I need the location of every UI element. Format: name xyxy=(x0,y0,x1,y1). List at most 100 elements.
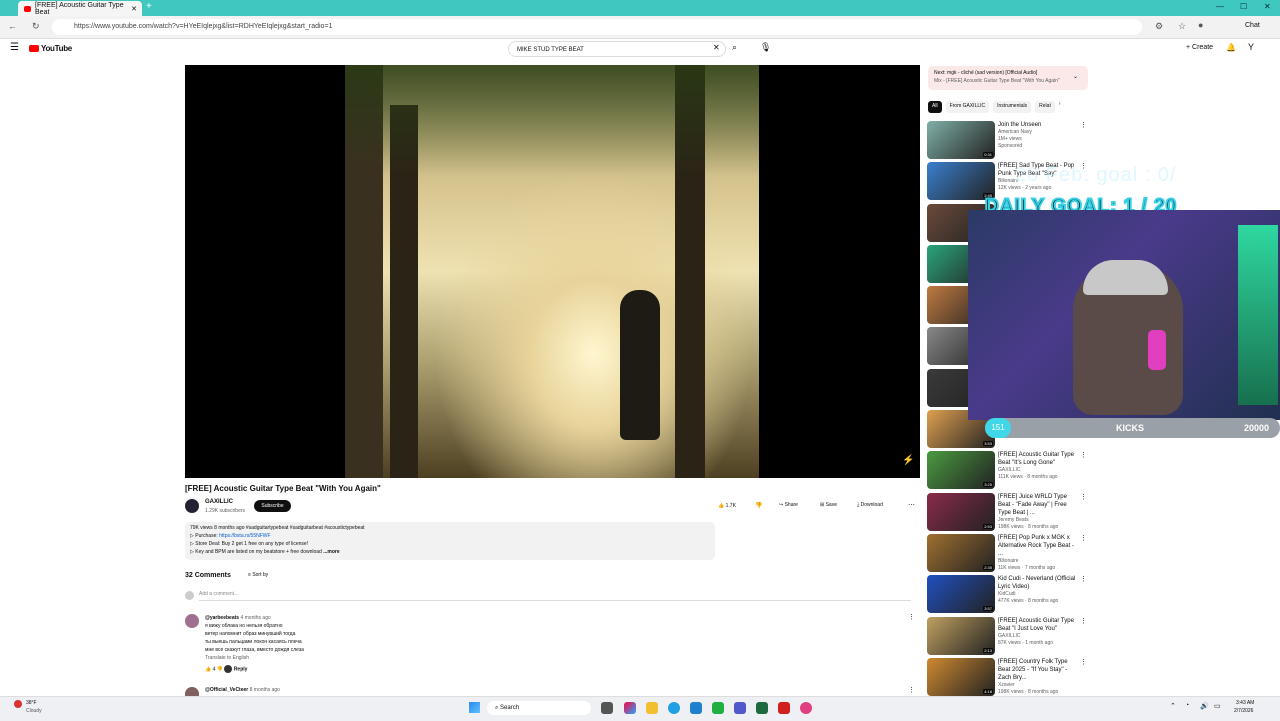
video-thumbnail[interactable]: 3:57 xyxy=(927,575,995,614)
chip-related[interactable]: Relat xyxy=(1035,101,1055,113)
weather-desc[interactable]: Cloudy xyxy=(26,708,42,714)
more-actions-icon[interactable]: ⋯ xyxy=(908,501,915,509)
search-icon[interactable]: ⌕ xyxy=(732,42,737,53)
tray-chevron-icon[interactable]: ⌃ xyxy=(1170,702,1176,710)
rec-menu-icon[interactable]: ⋮ xyxy=(1080,575,1087,583)
avatar[interactable]: Y xyxy=(1248,42,1254,52)
close-tab-icon[interactable]: ✕ xyxy=(131,5,137,13)
edge-icon[interactable] xyxy=(668,702,680,714)
copilot-chat-button[interactable]: Chat xyxy=(1245,22,1260,29)
file-explorer-icon[interactable] xyxy=(646,702,658,714)
favorites-icon[interactable]: ☆ xyxy=(1178,21,1186,32)
more-link[interactable]: ...more xyxy=(323,549,339,555)
teams-icon[interactable] xyxy=(734,702,746,714)
chip-from-channel[interactable]: From GAXILLIC xyxy=(945,101,990,113)
recommendation-item[interactable]: 2:53 [FREE] Juice WRLD Type Beat - "Fade … xyxy=(927,492,1089,534)
comment-author[interactable]: @yarbeebeats xyxy=(205,615,239,621)
rec-menu-icon[interactable]: ⋮ xyxy=(1080,493,1087,501)
youtube-logo-text[interactable]: YouTube xyxy=(41,44,72,53)
comment-menu-icon[interactable]: ⋮ xyxy=(908,613,915,621)
notifications-icon[interactable]: 🔔 xyxy=(1226,43,1236,52)
video-title: [FREE] Acoustic Guitar Type Beat "With Y… xyxy=(185,484,381,493)
recommendation-item[interactable]: 4:18 [FREE] Country Folk Type Beat 2025 -… xyxy=(927,657,1089,699)
taskbar-search[interactable]: ⌕ Search xyxy=(487,701,591,715)
menu-icon[interactable]: ☰ xyxy=(10,42,19,53)
browser-tab[interactable]: [FREE] Acoustic Guitar Type Beat ✕ xyxy=(18,1,142,16)
comment-avatar[interactable] xyxy=(185,614,199,628)
chip-instrumentals[interactable]: Instrumentals xyxy=(993,101,1032,113)
extensions-icon[interactable]: ⚙ xyxy=(1155,21,1163,32)
chip-all[interactable]: All xyxy=(928,101,942,113)
video-thumbnail[interactable]: 2:13 xyxy=(927,616,995,655)
video-thumbnail[interactable]: 2:53 xyxy=(927,492,995,531)
create-button[interactable]: + Create xyxy=(1186,44,1213,51)
profile-icon[interactable]: ● xyxy=(1198,20,1203,30)
start-button-icon[interactable] xyxy=(469,702,480,713)
rec-menu-icon[interactable]: ⋮ xyxy=(1080,534,1087,542)
channel-name[interactable]: GAXILLIC xyxy=(205,499,233,505)
sort-icon: ≡ xyxy=(248,572,251,578)
video-thumbnail[interactable]: 3:25 xyxy=(927,451,995,490)
search-input[interactable]: MIKE STUD TYPE BEAT xyxy=(508,41,726,57)
url-input[interactable]: https://www.youtube.com/watch?v=HYeEIqle… xyxy=(52,19,1142,35)
weather-temp[interactable]: 38°F xyxy=(26,700,37,706)
dislike-icon[interactable]: 👎 xyxy=(755,502,762,509)
back-icon[interactable]: ← xyxy=(8,21,17,31)
recording-app-icon[interactable] xyxy=(800,702,812,714)
battery-icon[interactable]: ▭ xyxy=(1214,702,1221,710)
video-thumbnail[interactable]: 2:35 xyxy=(927,533,995,572)
like-button[interactable]: 👍 1.7K xyxy=(718,500,748,512)
comment-like-icon[interactable]: 👍 xyxy=(205,666,211,672)
reply-button[interactable]: Reply xyxy=(234,666,248,672)
comment-menu-icon[interactable]: ⋮ xyxy=(908,686,915,694)
channel-avatar[interactable] xyxy=(185,499,199,513)
description-box[interactable]: 79K views 8 months ago #sadguitartypebea… xyxy=(185,522,715,560)
sort-by-button[interactable]: ≡ Sort by xyxy=(248,572,268,578)
store-icon[interactable] xyxy=(690,702,702,714)
comment-author[interactable]: @Official_VeCteer xyxy=(205,687,248,693)
chevron-down-icon[interactable]: ⌄ xyxy=(1073,73,1078,80)
new-tab-icon[interactable]: + xyxy=(146,1,152,12)
terminal-icon[interactable] xyxy=(756,702,768,714)
share-button[interactable]: ↪ Share xyxy=(779,502,798,508)
microphone-icon[interactable]: 🎙 xyxy=(760,42,771,53)
chevron-right-icon[interactable]: › xyxy=(1059,101,1061,113)
up-next-panel[interactable]: Next: mgk - cliché (sad version) [Offici… xyxy=(928,66,1088,90)
recommendation-item[interactable]: 3:25 [FREE] Acoustic Guitar Type Beat "It… xyxy=(927,451,1089,492)
video-thumbnail[interactable]: 2:45 xyxy=(927,162,995,201)
recommendation-item[interactable]: 0:31 Join the Unseen American Navy 1M+ view… xyxy=(927,121,1089,162)
comment-dislike-icon[interactable]: 👎 xyxy=(217,666,223,672)
volume-icon[interactable]: 🔊 xyxy=(1200,702,1209,710)
video-thumbnail[interactable]: 4:18 xyxy=(927,657,995,696)
add-comment-input[interactable]: Add a comment... xyxy=(199,591,911,601)
rec-menu-icon[interactable]: ⋮ xyxy=(1080,658,1087,666)
browser-tab-bar: [FREE] Acoustic Guitar Type Beat ✕ + — ☐… xyxy=(0,0,1280,16)
rec-menu-icon[interactable]: ⋮ xyxy=(1080,617,1087,625)
refresh-icon[interactable]: ↻ xyxy=(32,21,40,32)
clock-time[interactable]: 3:43 AM xyxy=(1236,700,1254,706)
recommendation-item[interactable]: 2:13 [FREE] Acoustic Guitar Type Beat "I … xyxy=(927,616,1089,658)
subscribe-button[interactable]: Subscribe xyxy=(254,500,291,512)
download-button[interactable]: ⤓ Download xyxy=(857,502,883,508)
desc-key-line: ▷ Key and BPM are listed on my beatstore… xyxy=(190,548,710,556)
clear-search-icon[interactable]: ✕ xyxy=(713,43,720,52)
media-app-icon[interactable] xyxy=(778,702,790,714)
clock-date[interactable]: 2/7/2026 xyxy=(1234,708,1253,714)
maximize-icon[interactable]: ☐ xyxy=(1240,2,1247,11)
task-view-icon[interactable] xyxy=(601,702,613,714)
save-button[interactable]: ⊞ Save xyxy=(820,502,837,508)
rec-menu-icon[interactable]: ⋮ xyxy=(1080,121,1087,129)
spotify-icon[interactable] xyxy=(712,702,724,714)
purchase-link[interactable]: https://bsta.rs/55NFWF xyxy=(219,533,270,539)
copilot-icon[interactable] xyxy=(624,702,636,714)
translate-link[interactable]: Translate to English xyxy=(205,654,505,662)
close-window-icon[interactable]: ✕ xyxy=(1264,2,1271,11)
minimize-icon[interactable]: — xyxy=(1216,2,1224,11)
recommendation-item[interactable]: 3:57 Kid Cudi - Neverland (Official Lyric… xyxy=(927,575,1089,616)
recommendation-item[interactable]: 2:35 [FREE] Pop Punk x MGK x Alternative … xyxy=(927,533,1089,575)
youtube-logo-icon[interactable] xyxy=(29,45,39,52)
wifi-icon[interactable]: ◔ xyxy=(1185,702,1189,709)
video-thumbnail[interactable]: 0:31 xyxy=(927,121,995,159)
rec-views: 87K views · 1 month ago xyxy=(998,639,1054,646)
rec-menu-icon[interactable]: ⋮ xyxy=(1080,451,1087,459)
